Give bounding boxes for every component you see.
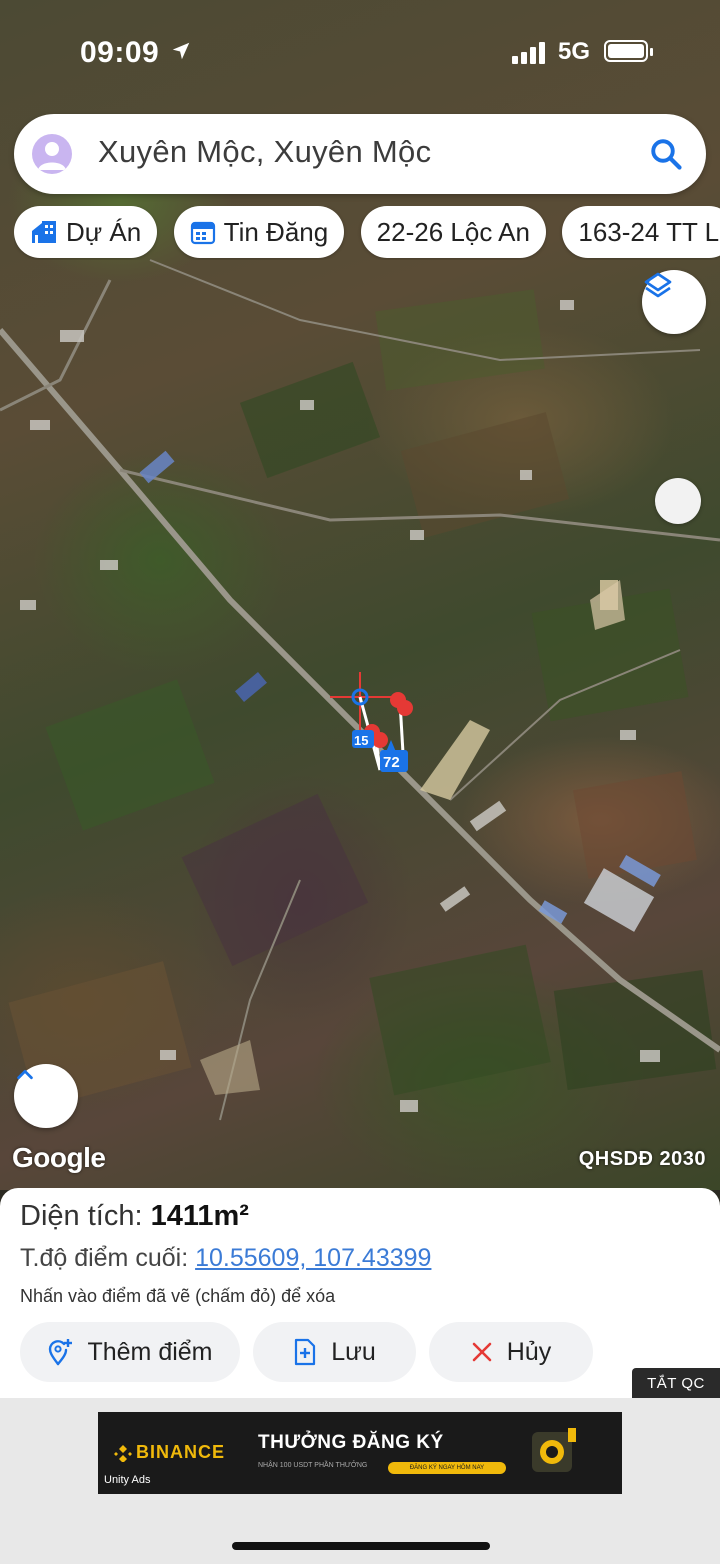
save-label: Lưu	[331, 1337, 376, 1366]
chip-label: 163-24 TT L	[578, 216, 720, 247]
user-icon	[38, 142, 66, 170]
ad-graphic-icon	[532, 1428, 576, 1472]
coord-link[interactable]: 10.55609, 107.43399	[195, 1244, 431, 1272]
parcel-marker-label: 15	[354, 733, 368, 748]
expand-up-button[interactable]	[14, 1064, 78, 1128]
vertex-dot[interactable]	[397, 700, 413, 716]
binance-logo-icon	[114, 1445, 132, 1462]
chip-tin-dang[interactable]: Tin Đăng	[173, 206, 345, 258]
chip-loc-an[interactable]: 22-26 Lộc An	[360, 206, 546, 258]
vertex-dot[interactable]	[372, 732, 388, 748]
ad-network: Unity Ads	[104, 1474, 151, 1486]
ad-area: BINANCE THƯỞNG ĐĂNG KÝ NHẬN 100 USDT PHẦ…	[0, 1398, 720, 1564]
plan-layer-label: QHSDĐ 2030	[578, 1148, 706, 1170]
google-logo: Google	[12, 1142, 106, 1173]
avatar[interactable]	[32, 134, 72, 174]
search-bar[interactable]: Xuyên Mộc, Xuyên Mộc	[14, 114, 706, 194]
location-button[interactable]	[655, 478, 701, 524]
ad-banner[interactable]: BINANCE THƯỞNG ĐĂNG KÝ NHẬN 100 USDT PHẦ…	[98, 1412, 622, 1494]
chevron-up-icon	[17, 1069, 33, 1080]
chip-du-an[interactable]: Dự Án	[14, 206, 158, 258]
chip-label: 22-26 Lộc An	[376, 216, 530, 247]
signal-icon	[512, 42, 545, 64]
battery-icon	[604, 40, 653, 62]
ad-title: THƯỞNG ĐĂNG KÝ	[258, 1432, 444, 1453]
status-bar: 09:09 5G	[0, 0, 720, 104]
close-icon	[472, 1342, 492, 1362]
building-icon	[32, 221, 56, 243]
save-button[interactable]: Lưu	[253, 1322, 416, 1382]
chip-label: Dự Án	[66, 216, 142, 247]
add-point-button[interactable]: Thêm điểm	[20, 1322, 240, 1382]
add-file-icon	[295, 1338, 316, 1366]
coord-readout: T.độ điểm cuối: 10.55609, 107.43399	[20, 1244, 431, 1273]
layers-icon	[644, 272, 672, 298]
search-query[interactable]: Xuyên Mộc, Xuyên Mộc	[98, 134, 431, 170]
parcel-marker-label: 72	[383, 754, 400, 771]
ad-cta[interactable]: ĐĂNG KÝ NGAY HÔM NAY	[388, 1462, 506, 1474]
add-location-icon	[49, 1339, 73, 1366]
search-icon[interactable]	[648, 136, 684, 172]
area-label: Diện tích:	[20, 1200, 151, 1232]
clock: 09:09	[80, 36, 160, 69]
cancel-button[interactable]: Hủy	[429, 1322, 593, 1382]
add-point-label: Thêm điểm	[87, 1337, 213, 1366]
home-indicator	[232, 1542, 490, 1550]
area-readout: Diện tích: 1411m²	[20, 1200, 249, 1233]
location-arrow-icon	[172, 42, 190, 60]
area-value: 1411m²	[150, 1200, 249, 1232]
network-type: 5G	[558, 38, 591, 65]
chip-label: Tin Đăng	[223, 216, 329, 247]
measure-sheet: Diện tích: 1411m² T.độ điểm cuối: 10.556…	[0, 1188, 720, 1398]
coord-label: T.độ điểm cuối:	[20, 1244, 196, 1272]
close-ads-button[interactable]: TẮT QC	[632, 1368, 720, 1398]
hint-text: Nhấn vào điểm đã vẽ (chấm đỏ) để xóa	[20, 1286, 336, 1306]
calendar-icon	[190, 221, 215, 245]
cancel-label: Hủy	[506, 1337, 552, 1366]
layers-button[interactable]	[642, 270, 706, 334]
chip-tt[interactable]: 163-24 TT L	[562, 206, 720, 258]
ad-subtitle: NHẬN 100 USDT PHẦN THƯỞNG	[258, 1462, 368, 1469]
ad-brand: BINANCE	[136, 1442, 226, 1462]
filter-chips: Dự Án Tin Đăng 22-26 Lộc An 163-24 TT L	[14, 206, 720, 260]
